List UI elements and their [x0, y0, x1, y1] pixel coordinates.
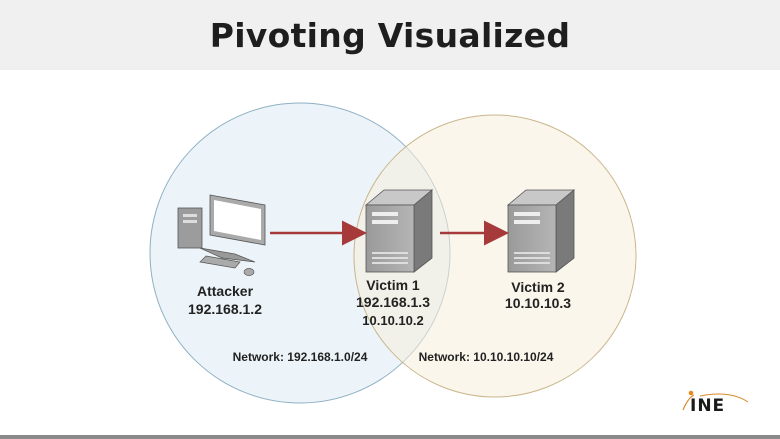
bottom-divider: [0, 435, 780, 439]
victim1-name: Victim 1: [366, 277, 420, 293]
network-label-1: Network: 192.168.1.0/24: [233, 350, 368, 364]
attacker-ip: 192.168.1.2: [188, 301, 262, 317]
victim2-ip: 10.10.10.3: [505, 295, 571, 311]
attacker-name: Attacker: [197, 283, 254, 299]
svg-text:INE: INE: [690, 396, 725, 416]
server-icon: [364, 189, 434, 273]
network-label-2: Network: 10.10.10.10/24: [419, 350, 554, 364]
pivot-diagram: Attacker 192.168.1.2 Victim 1 192.168.1.…: [149, 102, 749, 416]
victim1-ip1: 192.168.1.3: [356, 294, 430, 310]
server-icon: [506, 189, 576, 273]
victim1-ip2: 10.10.10.2: [362, 313, 423, 328]
ine-logo: INE: [682, 390, 749, 416]
victim2-name: Victim 2: [511, 279, 565, 295]
